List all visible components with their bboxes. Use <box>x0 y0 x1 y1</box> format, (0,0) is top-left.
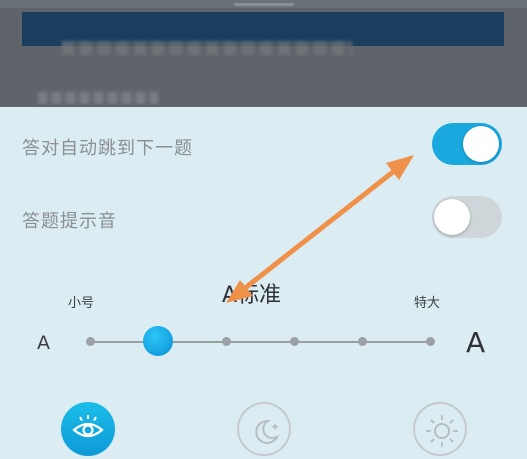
font-size-min-glyph: A <box>37 332 50 354</box>
slider-tick[interactable] <box>358 337 367 346</box>
sound-label: 答题提示音 <box>22 211 117 232</box>
font-size-max-glyph: A <box>466 326 486 359</box>
toggle-knob <box>434 199 470 235</box>
eye-mode-button[interactable] <box>61 402 115 456</box>
blurred-text <box>38 92 158 104</box>
day-mode-button[interactable] <box>413 402 467 456</box>
font-size-slider-track[interactable] <box>90 341 432 343</box>
blurred-text <box>62 41 352 55</box>
slider-tick[interactable] <box>426 337 435 346</box>
auto-next-toggle[interactable] <box>432 123 502 165</box>
eye-icon <box>72 415 104 438</box>
drag-handle <box>234 3 294 6</box>
slider-tick[interactable] <box>86 337 95 346</box>
moon-icon <box>255 419 280 444</box>
toggle-knob <box>463 126 499 162</box>
sound-toggle[interactable] <box>432 196 502 238</box>
font-size-current: A标准 <box>222 283 282 308</box>
font-size-slider-thumb[interactable] <box>143 326 173 356</box>
night-mode-button[interactable] <box>237 402 291 456</box>
slider-tick[interactable] <box>290 337 299 346</box>
auto-next-label: 答对自动跳到下一题 <box>22 138 193 159</box>
sun-icon <box>426 415 458 447</box>
font-size-small-label: 小号 <box>68 296 95 311</box>
font-size-large-label: 特大 <box>414 296 441 311</box>
slider-tick[interactable] <box>222 337 231 346</box>
